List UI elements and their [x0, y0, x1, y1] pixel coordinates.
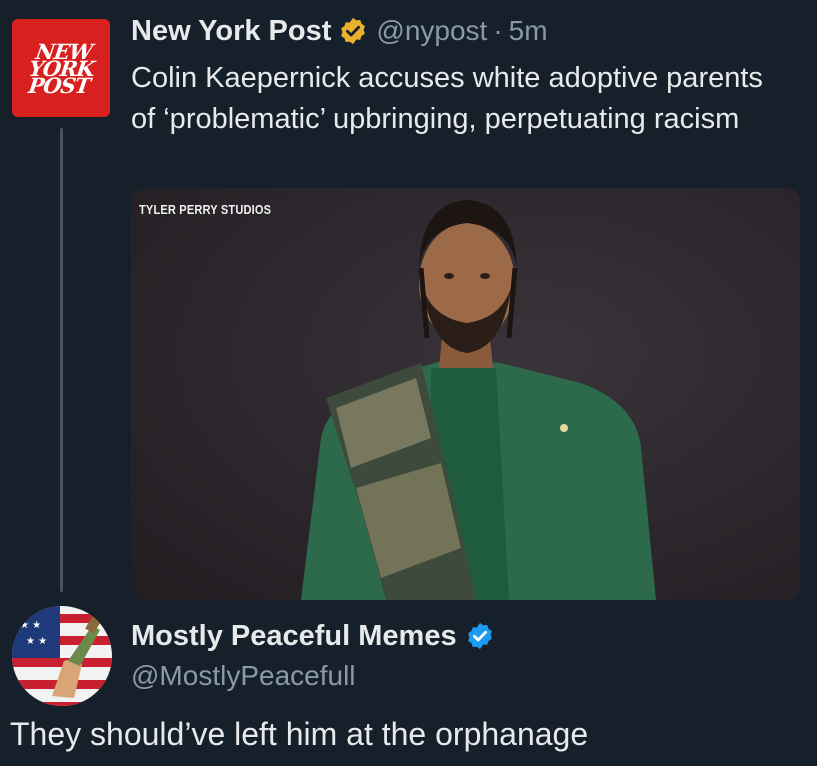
blue-verified-badge-icon[interactable]	[465, 621, 495, 651]
author-handle[interactable]: @nypost	[376, 15, 487, 47]
separator-dot: ·	[493, 15, 503, 46]
tweet-screenshot: NEW YORK POST New York Post @nypost · 5m…	[0, 0, 817, 766]
reply-tweet-text: They should’ve left him at the orphanage	[10, 716, 589, 752]
quoted-tweet-text: Colin Kaepernick accuses white adoptive …	[131, 62, 763, 135]
svg-text:★ ★: ★ ★	[26, 636, 47, 647]
american-flag-avatar-icon[interactable]: ★ ★ ★ ★	[12, 606, 112, 706]
thread-connector-line	[60, 128, 63, 592]
tweet-timestamp[interactable]: 5m	[509, 15, 548, 47]
gold-verified-badge-icon[interactable]	[338, 16, 368, 46]
author-name[interactable]: New York Post	[131, 15, 331, 48]
logo-line-3: POST	[26, 72, 91, 98]
author-name[interactable]: Mostly Peaceful Memes	[131, 620, 457, 653]
nypost-logo: NEW YORK POST	[25, 39, 97, 98]
tweet-photo[interactable]: TYLER PERRY STUDIOS	[131, 188, 800, 600]
author-handle[interactable]: @MostlyPeacefull	[131, 660, 356, 692]
reply-tweet-header: Mostly Peaceful Memes	[131, 618, 495, 654]
quoted-tweet-header: New York Post @nypost · 5m	[131, 12, 548, 50]
backdrop-text: TYLER PERRY STUDIOS	[139, 202, 272, 217]
nypost-avatar[interactable]: NEW YORK POST	[12, 19, 110, 117]
person-illustration	[301, 200, 656, 600]
svg-text:★ ★: ★ ★	[20, 620, 41, 631]
